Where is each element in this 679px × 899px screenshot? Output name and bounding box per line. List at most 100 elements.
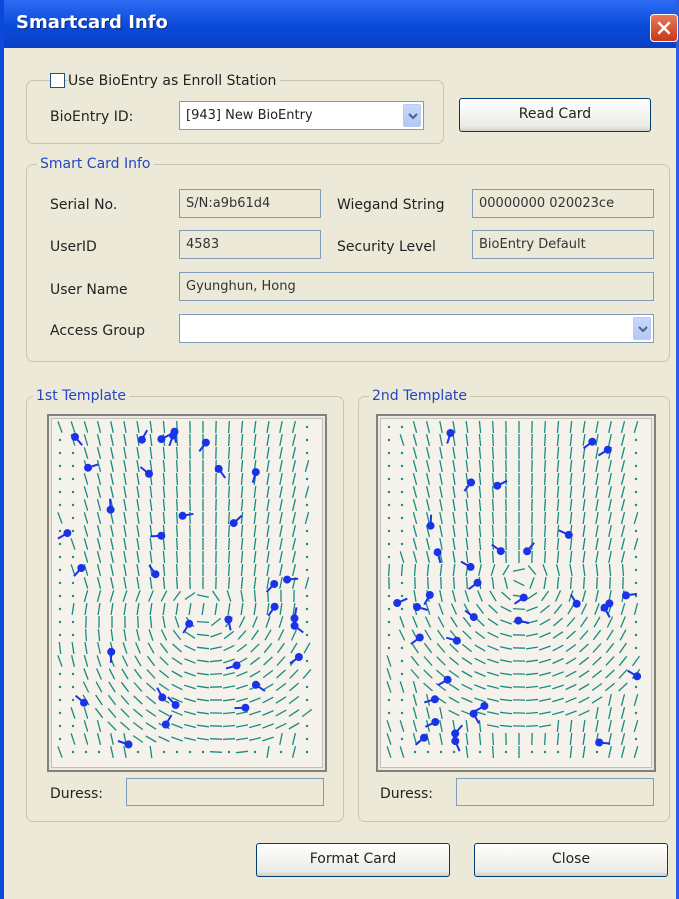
- ridge-line: [608, 498, 612, 512]
- ridge-line: [540, 590, 550, 602]
- close-window-button[interactable]: [650, 14, 678, 42]
- ridge-line: [123, 550, 127, 564]
- ridge-line: [123, 420, 127, 434]
- bioentry-id-value: [943] New BioEntry: [186, 108, 313, 123]
- ridge-dot: [543, 750, 547, 754]
- ridge-line: [399, 551, 405, 563]
- ridge-line: [525, 724, 539, 728]
- ridge-line: [70, 564, 76, 576]
- ridge-dot: [387, 529, 391, 533]
- ridge-dot: [634, 490, 638, 494]
- ridge-line: [501, 591, 511, 601]
- ridge-line: [543, 446, 547, 460]
- ridge-line: [96, 577, 102, 589]
- ridge-line: [266, 550, 270, 564]
- ridge-dot: [58, 724, 62, 728]
- minutia-point: [523, 547, 532, 556]
- minutia-point: [393, 599, 402, 607]
- template1-duress-label: Duress:: [50, 786, 104, 802]
- ridge-line: [123, 537, 127, 551]
- ridge-line: [424, 616, 432, 628]
- ridge-line: [136, 603, 140, 615]
- bioentry-id-select[interactable]: [943] New BioEntry: [179, 101, 424, 130]
- ridge-dot: [97, 750, 101, 754]
- wiegand-label: Wiegand String: [337, 197, 445, 213]
- ridge-line: [512, 568, 526, 572]
- ridge-line: [107, 694, 117, 706]
- ridge-line: [526, 606, 538, 612]
- ridge-line: [556, 498, 560, 512]
- ridge-line: [160, 629, 168, 641]
- ridge-line: [110, 577, 114, 589]
- ridge-line: [184, 736, 196, 742]
- access-group-select[interactable]: [179, 314, 654, 343]
- ridge-line: [96, 447, 102, 459]
- ridge-line: [620, 538, 626, 550]
- ridge-line: [253, 434, 257, 446]
- read-card-button[interactable]: Read Card: [459, 98, 651, 132]
- ridge-line: [162, 576, 166, 590]
- ridge-line: [465, 447, 469, 459]
- ridge-line: [184, 631, 196, 639]
- ridge-line: [477, 590, 483, 602]
- ridge-line: [448, 696, 460, 704]
- ridge-line: [133, 682, 143, 692]
- ridge-line: [400, 563, 404, 577]
- ridge-line: [569, 498, 573, 512]
- ridge-dot: [71, 724, 75, 728]
- ridge-line: [633, 720, 639, 732]
- ridge-line: [452, 446, 456, 460]
- ridge-line: [262, 696, 274, 704]
- ridge-line: [123, 485, 127, 499]
- ridge-line: [108, 681, 116, 693]
- ridge-line: [553, 617, 563, 627]
- ridge-dot: [400, 594, 404, 598]
- ridge-line: [412, 499, 418, 511]
- ridge-line: [223, 644, 235, 652]
- ridge-line: [136, 550, 140, 564]
- ridge-dot: [305, 724, 309, 728]
- ridge-line: [135, 590, 141, 602]
- minutia-point: [151, 570, 160, 579]
- close-button[interactable]: Close: [474, 843, 668, 877]
- ridge-line: [266, 524, 270, 538]
- ridge-line: [620, 694, 626, 706]
- use-bioentry-checkbox[interactable]: [50, 73, 65, 88]
- access-group-dropdown-button[interactable]: [633, 317, 651, 340]
- ridge-line: [201, 603, 205, 615]
- ridge-line: [149, 603, 153, 615]
- ridge-line: [291, 434, 297, 446]
- ridge-line: [439, 498, 443, 512]
- ridge-line: [197, 594, 209, 598]
- ridge-line: [223, 658, 235, 664]
- ridge-line: [235, 750, 249, 754]
- ridge-line: [149, 615, 153, 629]
- bioentry-id-dropdown-button[interactable]: [403, 104, 421, 127]
- ridge-dot: [58, 464, 62, 468]
- ridge-line: [123, 472, 127, 486]
- fingerprint-image-2: [386, 420, 642, 759]
- ridge-line: [578, 709, 590, 717]
- ridge-line: [556, 576, 560, 590]
- ridge-line: [499, 724, 513, 728]
- ridge-line: [196, 633, 210, 637]
- ridge-line: [136, 420, 140, 434]
- ridge-line: [227, 472, 231, 486]
- ridge-line: [386, 668, 392, 680]
- ridge-line: [569, 576, 573, 590]
- ridge-line: [439, 563, 443, 577]
- ridge-line: [412, 720, 418, 732]
- ridge-line: [621, 563, 625, 577]
- ridge-line: [70, 707, 76, 719]
- ridge-line: [83, 564, 89, 576]
- format-card-button[interactable]: Format Card: [256, 843, 450, 877]
- minutia-point: [224, 615, 233, 624]
- minutia-point: [270, 602, 279, 611]
- ridge-line: [556, 446, 560, 460]
- ridge-line: [412, 525, 418, 537]
- ridge-line: [96, 564, 102, 576]
- ridge-line: [526, 659, 538, 663]
- ridge-line: [291, 447, 297, 459]
- ridge-line: [279, 459, 283, 473]
- ridge-line: [226, 590, 232, 602]
